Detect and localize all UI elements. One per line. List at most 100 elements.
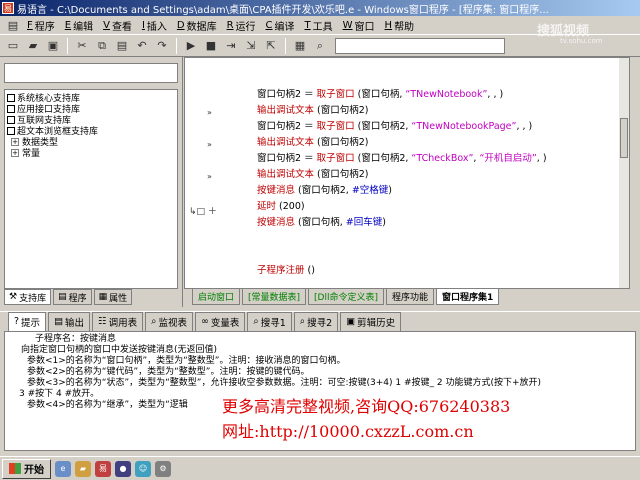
code-line[interactable]: 延时 (200): [257, 199, 547, 215]
menu-program[interactable]: F 程序: [22, 18, 60, 33]
code-line[interactable]: [257, 231, 547, 247]
output-line: 参数<1>的名称为“窗口句柄”，类型为“整数型”。注明：接收消息的窗口句柄。: [27, 356, 346, 366]
menu-insert[interactable]: I 插入: [137, 18, 172, 33]
code-line[interactable]: 窗口句柄2 ＝ 取子窗口 (窗口句柄, “TNewNotebook”, , ): [257, 87, 547, 103]
undo-icon[interactable]: ↶: [133, 37, 151, 55]
output-line: 参数<2>的名称为“键代码”，类型为“整数型”。注明：按键的键代码。: [27, 367, 310, 377]
output-line: 子程序名：按键消息: [35, 334, 117, 344]
tab-library[interactable]: ⚒ 支持库: [4, 289, 52, 305]
menu-run[interactable]: R 运行: [222, 18, 261, 33]
tab-search1[interactable]: ⌕ 搜寻1: [247, 311, 292, 332]
expand-icon[interactable]: +: [11, 137, 19, 146]
folder-icon[interactable]: ▰: [75, 460, 91, 477]
tool-icon[interactable]: ⚙: [155, 460, 171, 477]
browser-icon[interactable]: e: [55, 460, 71, 477]
step-over-icon[interactable]: ⇲: [242, 37, 260, 55]
code-line[interactable]: 按键消息 (窗口句柄2, #空格键): [257, 183, 547, 199]
menu-compile[interactable]: C 编译: [261, 18, 300, 33]
menu-edit[interactable]: E 编辑: [60, 18, 98, 33]
redo-icon[interactable]: ↷: [153, 37, 171, 55]
find-icon[interactable]: ⌕: [311, 37, 329, 55]
grid-icon[interactable]: ▦: [291, 37, 309, 55]
tab-search2[interactable]: ⌕ 搜寻2: [293, 311, 339, 332]
editor-tabs: 启动窗口 [常量数据表] [Dll命令定义表] 程序功能 窗口程序集1: [184, 289, 630, 305]
code-token: 取子窗口: [316, 89, 355, 100]
menu-window[interactable]: W 窗口: [338, 18, 380, 33]
tab-startup-window[interactable]: 启动窗口: [192, 289, 241, 305]
bottom-tabs: ? 提示 ▤ 输出 ☷ 调用表 ⌕ 监视表 ∞ 变量表 ⌕ 搜寻1 ⌕ 搜寻2 ▣ 剪辑历史: [0, 311, 640, 332]
code-token: 取子窗口: [316, 153, 355, 164]
tab-hint[interactable]: ? 提示: [8, 311, 47, 332]
checkbox-icon[interactable]: [7, 115, 15, 124]
properties-icon: ▦: [98, 292, 108, 302]
expand-icon[interactable]: +: [11, 148, 19, 157]
code-area[interactable]: 窗口句柄2 ＝ 取子窗口 (窗口句柄, “TNewNotebook”, , ) 输…: [257, 87, 547, 279]
clipboard-icon: ▣: [346, 316, 356, 327]
tab-constants[interactable]: [常量数据表]: [242, 289, 307, 305]
code-token: (200): [276, 201, 305, 212]
paste-icon[interactable]: ▤: [113, 37, 131, 55]
code-token: (窗口句柄2,: [354, 121, 412, 132]
toolbar-combo[interactable]: [335, 37, 505, 54]
code-token: (): [304, 265, 315, 276]
program-icon: ▤: [58, 292, 67, 302]
tab-output[interactable]: ▤ 输出: [48, 311, 91, 332]
tab-variable-table[interactable]: ∞ 变量表: [194, 311, 246, 332]
breakpoint-icon: ↳□ ＋: [189, 207, 217, 217]
tab-program[interactable]: ▤ 程序: [53, 289, 92, 305]
code-line[interactable]: [257, 247, 547, 263]
code-token: , , ): [516, 121, 533, 132]
code-line[interactable]: 窗口句柄2 ＝ 取子窗口 (窗口句柄2, “TCheckBox”, “开机自启动…: [257, 151, 547, 167]
arrow-icon: »: [207, 108, 212, 117]
code-token: (窗口句柄,: [295, 217, 346, 228]
chat-icon[interactable]: ☺: [135, 460, 151, 477]
code-token: 窗口句柄2 ＝: [257, 153, 317, 164]
step-out-icon[interactable]: ⇱: [262, 37, 280, 55]
menu-view[interactable]: V 查看: [98, 18, 137, 33]
checkbox-icon[interactable]: [7, 126, 15, 135]
code-line[interactable]: 输出调试文本 (窗口句柄2): [257, 167, 547, 183]
tab-window-assembly[interactable]: 窗口程序集1: [436, 289, 500, 305]
step-icon[interactable]: ⇥: [222, 37, 240, 55]
code-token: 窗口句柄2 ＝: [257, 89, 317, 100]
library-selector[interactable]: [4, 63, 178, 83]
tree-item[interactable]: + 常量: [7, 147, 175, 159]
copy-icon[interactable]: ⧉: [93, 37, 111, 55]
vertical-scrollbar[interactable]: [619, 58, 629, 288]
code-token: “TNewNotebook”: [405, 89, 488, 100]
new-icon[interactable]: ▭: [4, 37, 22, 55]
run-icon[interactable]: ▶: [182, 37, 200, 55]
tab-clip-history[interactable]: ▣ 剪辑历史: [340, 311, 402, 332]
menu-app-icon[interactable]: ▤: [4, 16, 22, 34]
code-token: #空格键: [351, 185, 389, 196]
cut-icon[interactable]: ✂: [73, 37, 91, 55]
app-icon[interactable]: 易: [95, 460, 111, 477]
code-line[interactable]: 按键消息 (窗口句柄, #回车键): [257, 215, 547, 231]
tab-program-function[interactable]: 程序功能: [386, 289, 435, 305]
scrollbar-thumb[interactable]: [620, 118, 628, 158]
stop-icon[interactable]: ■: [202, 37, 220, 55]
checkbox-icon[interactable]: [7, 104, 15, 113]
promo-url: 网址:http://10000.cxzzL.com.cn: [222, 422, 474, 441]
code-editor[interactable]: » » » ↳□ ＋ 窗口句柄2 ＝ 取子窗口 (窗口句柄, “TNewNote…: [184, 57, 630, 289]
code-line[interactable]: 输出调试文本 (窗口句柄2): [257, 103, 547, 119]
code-line[interactable]: 子程序注册 (): [257, 263, 547, 279]
open-icon[interactable]: ▰: [24, 37, 42, 55]
code-line[interactable]: 窗口句柄2 ＝ 取子窗口 (窗口句柄2, “TNewNotebookPage”,…: [257, 119, 547, 135]
menu-database[interactable]: D 数据库: [172, 18, 222, 33]
left-pane: 系统核心支持库 应用接口支持库 互联网支持库 超文本浏览框支持库 + 数据类型 +…: [0, 57, 183, 307]
arrow-icon: »: [207, 172, 212, 181]
code-line[interactable]: 输出调试文本 (窗口句柄2): [257, 135, 547, 151]
start-button[interactable]: 开始: [2, 458, 51, 479]
tab-call-table[interactable]: ☷ 调用表: [92, 311, 144, 332]
save-icon[interactable]: ▣: [44, 37, 62, 55]
media-icon[interactable]: ●: [115, 460, 131, 477]
checkbox-icon[interactable]: [7, 93, 15, 102]
taskbar: 开始 e ▰ 易 ● ☺ ⚙: [0, 456, 640, 480]
tab-watch-table[interactable]: ⌕ 监视表: [145, 311, 193, 332]
code-token: 按键消息: [257, 217, 296, 228]
menu-tools[interactable]: T 工具: [300, 18, 338, 33]
tab-dll-commands[interactable]: [Dll命令定义表]: [308, 289, 385, 305]
menu-help[interactable]: H 帮助: [380, 18, 420, 33]
tab-properties[interactable]: ▦ 属性: [93, 289, 133, 305]
